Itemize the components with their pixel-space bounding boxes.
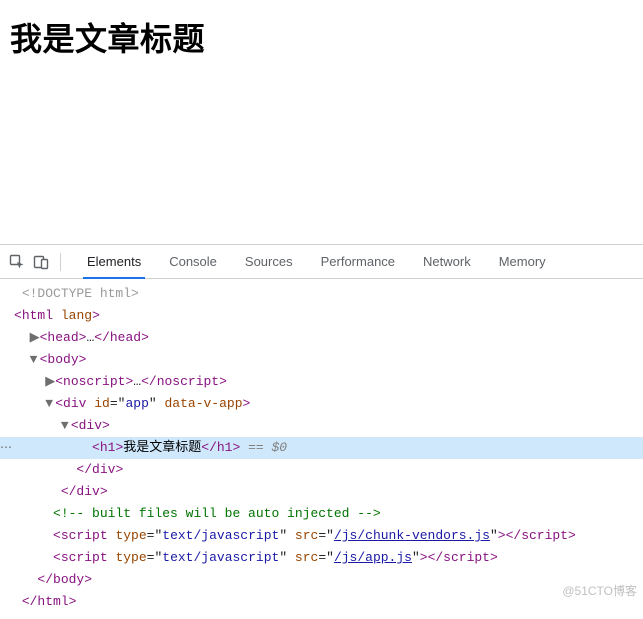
- watermark: @51CTO博客: [562, 582, 637, 599]
- collapse-arrow-icon[interactable]: ▼: [30, 349, 40, 371]
- expand-arrow-icon[interactable]: ▶: [30, 327, 40, 349]
- inspect-icon[interactable]: [8, 253, 26, 271]
- collapse-arrow-icon[interactable]: ▼: [45, 393, 55, 415]
- dom-script2[interactable]: <script type="text/javascript" src="/js/…: [0, 547, 643, 569]
- dom-inner-div[interactable]: ▼<div>: [0, 415, 643, 437]
- dom-close-html[interactable]: </html>: [0, 591, 643, 613]
- elements-dom-tree[interactable]: <!DOCTYPE html> <html lang> ▶<head>…</he…: [0, 279, 643, 619]
- dom-body-open[interactable]: ▼<body>: [0, 349, 643, 371]
- devtools-panel: Elements Console Sources Performance Net…: [0, 244, 643, 619]
- dom-close-div1[interactable]: </div>: [0, 459, 643, 481]
- tab-elements[interactable]: Elements: [73, 245, 155, 278]
- tab-performance[interactable]: Performance: [307, 245, 409, 278]
- tab-network[interactable]: Network: [409, 245, 485, 278]
- dom-html-open[interactable]: <html lang>: [0, 305, 643, 327]
- dom-comment[interactable]: <!-- built files will be auto injected -…: [0, 503, 643, 525]
- device-toolbar-icon[interactable]: [32, 253, 50, 271]
- dom-head[interactable]: ▶<head>…</head>: [0, 327, 643, 349]
- dom-h1-selected[interactable]: ⋯ <h1>我是文章标题</h1> == $0: [0, 437, 643, 459]
- dom-close-div2[interactable]: </div>: [0, 481, 643, 503]
- devtools-toolbar: Elements Console Sources Performance Net…: [0, 245, 643, 279]
- tab-console[interactable]: Console: [155, 245, 231, 278]
- dom-script1[interactable]: <script type="text/javascript" src="/js/…: [0, 525, 643, 547]
- overflow-dots-icon[interactable]: ⋯: [0, 437, 14, 459]
- collapse-arrow-icon[interactable]: ▼: [61, 415, 71, 437]
- tab-memory[interactable]: Memory: [485, 245, 560, 278]
- page-title: 我是文章标题: [10, 14, 633, 60]
- rendered-page: 我是文章标题: [0, 0, 643, 244]
- devtools-tabs: Elements Console Sources Performance Net…: [73, 245, 560, 278]
- dom-noscript[interactable]: ▶<noscript>…</noscript>: [0, 371, 643, 393]
- dom-close-body[interactable]: </body>: [0, 569, 643, 591]
- tab-sources[interactable]: Sources: [231, 245, 307, 278]
- dom-app-div[interactable]: ▼<div id="app" data-v-app>: [0, 393, 643, 415]
- toolbar-separator: [60, 253, 61, 271]
- dom-doctype[interactable]: <!DOCTYPE html>: [0, 283, 643, 305]
- expand-arrow-icon[interactable]: ▶: [45, 371, 55, 393]
